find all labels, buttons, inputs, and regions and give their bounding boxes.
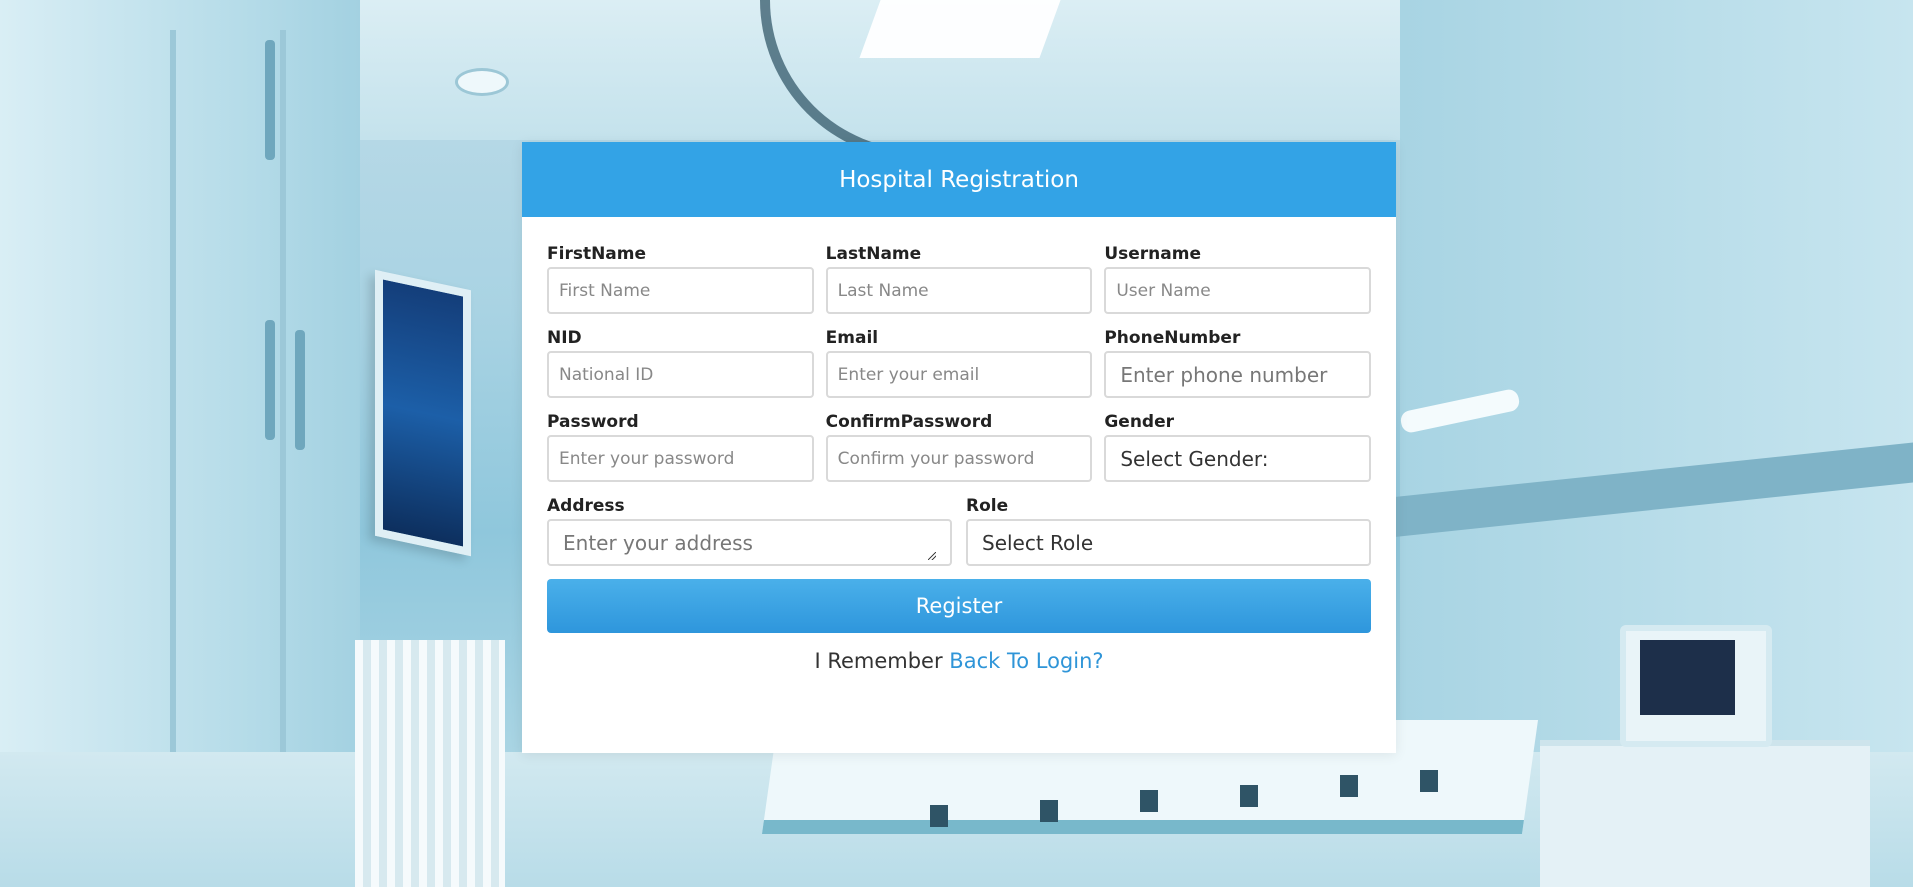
role-label: Role (966, 496, 1009, 516)
bed-post (1340, 775, 1358, 797)
firstname-placeholder: First Name (559, 280, 651, 301)
bed-post (1140, 790, 1158, 812)
confirm-password-input[interactable]: Confirm your password (825, 435, 1093, 482)
password-label: Password (547, 412, 639, 432)
firstname-group: FirstName First Name (547, 243, 814, 314)
phone-input[interactable]: Enter phone number (1104, 351, 1372, 398)
address-group: Address Enter your address (547, 495, 952, 566)
password-input[interactable]: Enter your password (547, 435, 814, 482)
cabinet-handle (265, 320, 275, 440)
form-row: Password Enter your password ConfirmPass… (547, 411, 1372, 482)
phone-placeholder: Enter phone number (1120, 362, 1328, 387)
register-label: Register (915, 594, 1003, 618)
resize-grip-icon[interactable] (928, 552, 936, 560)
confirm-password-placeholder: Confirm your password (837, 448, 1035, 469)
email-placeholder: Enter your email (837, 364, 980, 385)
gender-group: Gender Select Gender: (1104, 411, 1372, 482)
cabinet-divider (280, 30, 286, 850)
username-input[interactable]: User Name (1104, 267, 1372, 314)
role-selected-value: Select Role (982, 530, 1094, 555)
crib (355, 640, 505, 887)
form-row: FirstName First Name LastName Last Name … (547, 243, 1372, 314)
lastname-input[interactable]: Last Name (825, 267, 1093, 314)
role-group: Role Select Role (966, 495, 1371, 566)
address-textarea[interactable]: Enter your address (547, 519, 952, 566)
register-button[interactable]: Register (547, 579, 1371, 633)
nid-input[interactable]: National ID (547, 351, 814, 398)
medical-cart (1540, 740, 1870, 887)
cabinet-handle (295, 330, 305, 450)
confirm-password-group: ConfirmPassword Confirm your password (825, 411, 1093, 482)
address-placeholder: Enter your address (563, 530, 753, 555)
username-group: Username User Name (1104, 243, 1372, 314)
bed-post (930, 805, 948, 827)
registration-card: Hospital Registration FirstName First Na… (522, 142, 1396, 753)
page-title: Hospital Registration (839, 166, 1079, 193)
email-group: Email Enter your email (825, 327, 1093, 398)
spot-light (455, 68, 509, 96)
card-header: Hospital Registration (522, 142, 1396, 217)
password-placeholder: Enter your password (559, 448, 735, 469)
bed-post (1420, 770, 1438, 792)
phone-label: PhoneNumber (1104, 328, 1241, 348)
form-row: NID National ID Email Enter your email P… (547, 327, 1372, 398)
bed-post (1240, 785, 1258, 807)
username-placeholder: User Name (1116, 280, 1211, 301)
monitor-screen (1640, 640, 1735, 715)
gender-label: Gender (1104, 412, 1175, 432)
role-select[interactable]: Select Role (966, 519, 1371, 566)
nid-placeholder: National ID (559, 364, 654, 385)
back-to-login-link[interactable]: Back To Login? (949, 649, 1103, 673)
firstname-input[interactable]: First Name (547, 267, 814, 314)
login-prompt-text: I Remember (814, 649, 943, 673)
lastname-placeholder: Last Name (837, 280, 929, 301)
wall-tv (375, 269, 471, 557)
gender-selected-value: Select Gender: (1120, 446, 1269, 471)
gender-select[interactable]: Select Gender: (1104, 435, 1372, 482)
confirm-password-label: ConfirmPassword (825, 412, 993, 432)
email-label: Email (825, 328, 879, 348)
lastname-group: LastName Last Name (825, 243, 1093, 314)
cabinet-handle (265, 40, 275, 160)
bed-post (1040, 800, 1058, 822)
registration-form: FirstName First Name LastName Last Name … (522, 217, 1396, 673)
nid-label: NID (547, 328, 582, 348)
password-group: Password Enter your password (547, 411, 814, 482)
phone-group: PhoneNumber Enter phone number (1104, 327, 1372, 398)
username-label: Username (1104, 244, 1201, 264)
address-label: Address (547, 496, 625, 516)
form-row: Address Enter your address Role Select R… (547, 495, 1371, 566)
lastname-label: LastName (825, 244, 922, 264)
nid-group: NID National ID (547, 327, 814, 398)
cabinet-divider (170, 30, 176, 850)
firstname-label: FirstName (547, 244, 647, 264)
email-input[interactable]: Enter your email (825, 351, 1093, 398)
login-prompt: I Remember Back To Login? (547, 649, 1371, 673)
